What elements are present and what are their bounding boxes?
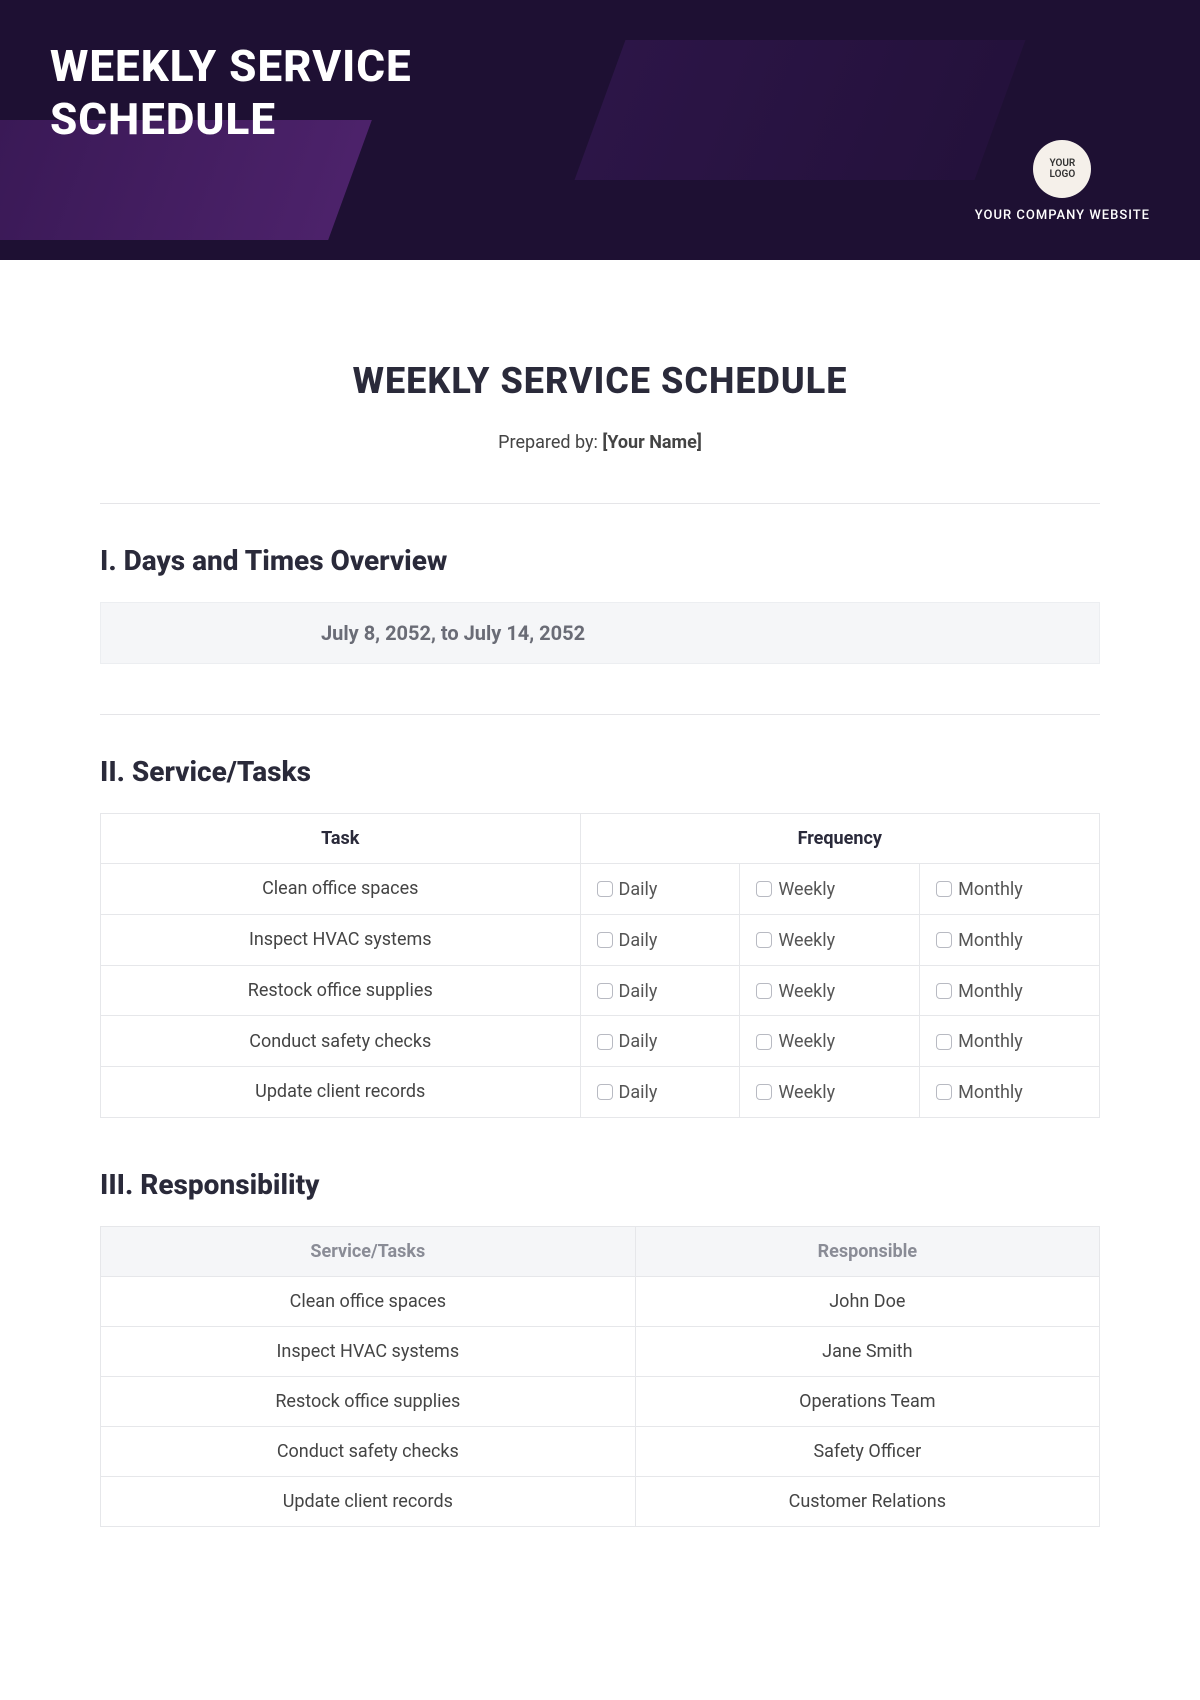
table-row: Restock office supplies Daily Weekly Monthl… bbox=[101, 965, 1100, 1016]
checkbox-icon[interactable] bbox=[756, 881, 772, 897]
freq-monthly-cell: Monthly bbox=[920, 864, 1100, 915]
col-service: Service/Tasks bbox=[101, 1226, 636, 1276]
resp-task-cell: Clean office spaces bbox=[101, 1276, 636, 1326]
table-row: Update client recordsCustomer Relations bbox=[101, 1476, 1100, 1526]
checkbox-icon[interactable] bbox=[936, 1034, 952, 1050]
resp-header-row: Service/Tasks Responsible bbox=[101, 1226, 1100, 1276]
resp-task-cell: Inspect HVAC systems bbox=[101, 1326, 636, 1376]
freq-daily-cell: Daily bbox=[580, 1016, 740, 1067]
freq-weekly-cell: Weekly bbox=[740, 914, 920, 965]
resp-responsible-cell: Safety Officer bbox=[635, 1426, 1099, 1476]
section3-heading: III. Responsibility bbox=[100, 1168, 1100, 1201]
resp-responsible-cell: John Doe bbox=[635, 1276, 1099, 1326]
freq-daily-cell: Daily bbox=[580, 914, 740, 965]
freq-daily-label: Daily bbox=[619, 879, 658, 900]
checkbox-icon[interactable] bbox=[936, 932, 952, 948]
banner-title-line1: WEEKLY SERVICE bbox=[50, 40, 412, 92]
freq-monthly-cell: Monthly bbox=[920, 1016, 1100, 1067]
freq-weekly-cell: Weekly bbox=[740, 864, 920, 915]
freq-weekly-label: Weekly bbox=[778, 879, 835, 900]
freq-weekly-cell: Weekly bbox=[740, 1016, 920, 1067]
checkbox-icon[interactable] bbox=[597, 983, 613, 999]
col-frequency: Frequency bbox=[580, 814, 1099, 864]
banner-right: YOUR LOGO YOUR COMPANY WEBSITE bbox=[975, 140, 1150, 223]
freq-daily-label: Daily bbox=[619, 1082, 658, 1103]
document-title: WEEKLY SERVICE SCHEDULE bbox=[100, 360, 1100, 402]
checkbox-icon[interactable] bbox=[756, 1034, 772, 1050]
freq-daily-label: Daily bbox=[619, 1031, 658, 1052]
divider bbox=[100, 503, 1100, 504]
table-row: Conduct safety checksSafety Officer bbox=[101, 1426, 1100, 1476]
freq-daily-cell: Daily bbox=[580, 965, 740, 1016]
freq-monthly-cell: Monthly bbox=[920, 1067, 1100, 1118]
resp-task-cell: Conduct safety checks bbox=[101, 1426, 636, 1476]
freq-monthly-label: Monthly bbox=[958, 930, 1023, 951]
freq-daily-cell: Daily bbox=[580, 864, 740, 915]
logo-text: YOUR LOGO bbox=[1049, 158, 1075, 180]
table-row: Clean office spacesJohn Doe bbox=[101, 1276, 1100, 1326]
table-row: Conduct safety checks Daily Weekly Monthly bbox=[101, 1016, 1100, 1067]
tasks-header-row: Task Frequency bbox=[101, 814, 1100, 864]
banner-title: WEEKLY SERVICE SCHEDULE bbox=[0, 0, 1200, 146]
table-row: Restock office suppliesOperations Team bbox=[101, 1376, 1100, 1426]
logo-placeholder: YOUR LOGO bbox=[1033, 140, 1091, 198]
resp-task-cell: Update client records bbox=[101, 1476, 636, 1526]
resp-responsible-cell: Operations Team bbox=[635, 1376, 1099, 1426]
freq-daily-label: Daily bbox=[619, 980, 658, 1001]
divider bbox=[100, 714, 1100, 715]
freq-monthly-label: Monthly bbox=[958, 879, 1023, 900]
resp-responsible-cell: Jane Smith bbox=[635, 1326, 1099, 1376]
freq-monthly-label: Monthly bbox=[958, 1031, 1023, 1052]
task-cell: Update client records bbox=[101, 1067, 581, 1118]
checkbox-icon[interactable] bbox=[756, 932, 772, 948]
checkbox-icon[interactable] bbox=[597, 881, 613, 897]
freq-weekly-label: Weekly bbox=[778, 930, 835, 951]
prepared-by-line: Prepared by: [Your Name] bbox=[100, 432, 1100, 453]
freq-weekly-cell: Weekly bbox=[740, 965, 920, 1016]
date-range-box: July 8, 2052, to July 14, 2052 bbox=[100, 602, 1100, 664]
freq-weekly-cell: Weekly bbox=[740, 1067, 920, 1118]
checkbox-icon[interactable] bbox=[936, 983, 952, 999]
task-cell: Restock office supplies bbox=[101, 965, 581, 1016]
checkbox-icon[interactable] bbox=[756, 983, 772, 999]
company-website-label: YOUR COMPANY WEBSITE bbox=[975, 208, 1150, 223]
freq-daily-label: Daily bbox=[619, 930, 658, 951]
prepared-by-label: Prepared by: bbox=[498, 432, 602, 453]
banner-title-line2: SCHEDULE bbox=[50, 93, 276, 145]
freq-weekly-label: Weekly bbox=[778, 1082, 835, 1103]
table-row: Update client records Daily Weekly Monthly bbox=[101, 1067, 1100, 1118]
checkbox-icon[interactable] bbox=[597, 1084, 613, 1100]
checkbox-icon[interactable] bbox=[756, 1084, 772, 1100]
tasks-table: Task Frequency Clean office spaces Daily W… bbox=[100, 813, 1100, 1118]
task-cell: Inspect HVAC systems bbox=[101, 914, 581, 965]
document-content: WEEKLY SERVICE SCHEDULE Prepared by: [Yo… bbox=[0, 260, 1200, 1527]
freq-weekly-label: Weekly bbox=[778, 1031, 835, 1052]
freq-weekly-label: Weekly bbox=[778, 980, 835, 1001]
section2-heading: II. Service/Tasks bbox=[100, 755, 1100, 788]
checkbox-icon[interactable] bbox=[936, 1084, 952, 1100]
prepared-by-value: [Your Name] bbox=[602, 432, 702, 453]
resp-responsible-cell: Customer Relations bbox=[635, 1476, 1099, 1526]
col-task: Task bbox=[101, 814, 581, 864]
checkbox-icon[interactable] bbox=[597, 1034, 613, 1050]
table-row: Inspect HVAC systemsJane Smith bbox=[101, 1326, 1100, 1376]
freq-monthly-cell: Monthly bbox=[920, 914, 1100, 965]
section1-heading: I. Days and Times Overview bbox=[100, 544, 1100, 577]
freq-monthly-label: Monthly bbox=[958, 980, 1023, 1001]
table-row: Clean office spaces Daily Weekly Monthly bbox=[101, 864, 1100, 915]
header-banner: WEEKLY SERVICE SCHEDULE YOUR LOGO YOUR C… bbox=[0, 0, 1200, 260]
freq-monthly-cell: Monthly bbox=[920, 965, 1100, 1016]
col-responsible: Responsible bbox=[635, 1226, 1099, 1276]
resp-task-cell: Restock office supplies bbox=[101, 1376, 636, 1426]
checkbox-icon[interactable] bbox=[597, 932, 613, 948]
freq-daily-cell: Daily bbox=[580, 1067, 740, 1118]
freq-monthly-label: Monthly bbox=[958, 1082, 1023, 1103]
checkbox-icon[interactable] bbox=[936, 881, 952, 897]
responsibility-table: Service/Tasks Responsible Clean office s… bbox=[100, 1226, 1100, 1527]
table-row: Inspect HVAC systems Daily Weekly Monthly bbox=[101, 914, 1100, 965]
task-cell: Conduct safety checks bbox=[101, 1016, 581, 1067]
task-cell: Clean office spaces bbox=[101, 864, 581, 915]
date-range-text: July 8, 2052, to July 14, 2052 bbox=[321, 621, 585, 645]
